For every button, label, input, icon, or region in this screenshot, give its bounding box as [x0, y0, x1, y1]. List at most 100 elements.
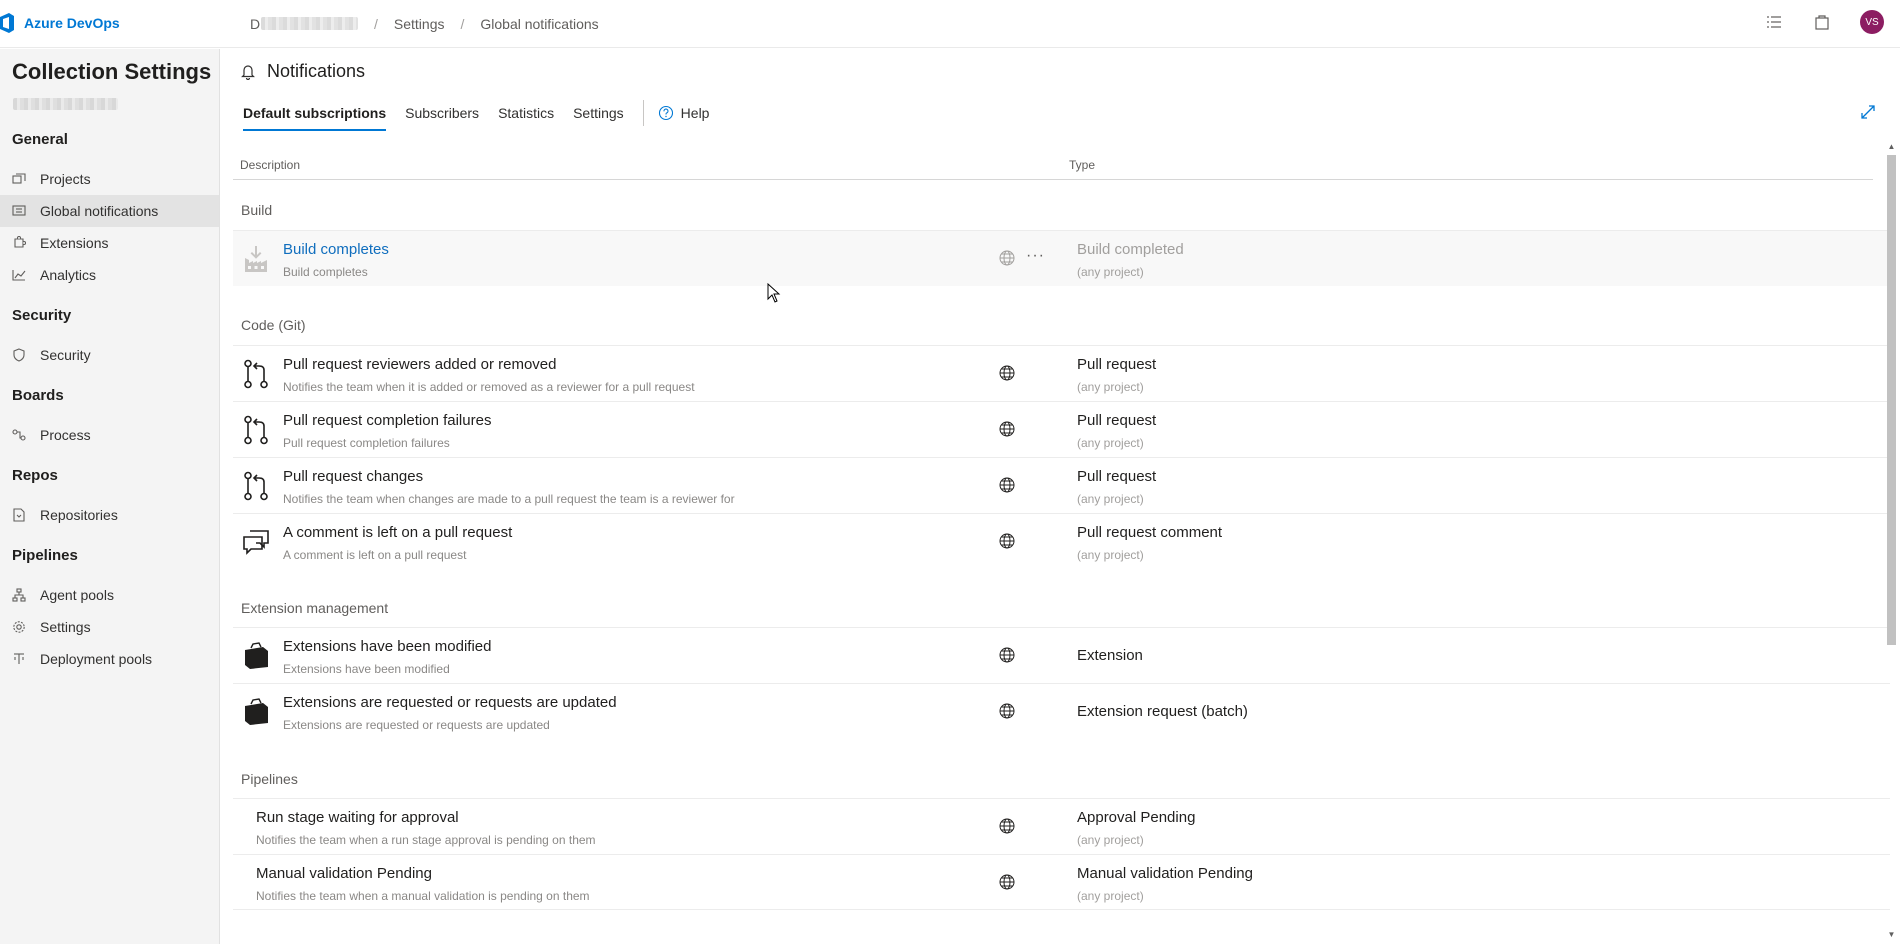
group-label-pipelines: Pipelines [241, 771, 298, 787]
task-list-icon[interactable] [1764, 12, 1784, 32]
row-type: Pull request [1077, 468, 1157, 485]
sidebar-item-label: Process [40, 427, 91, 443]
table-header: Description Type [233, 149, 1873, 180]
group-label-code-git: Code (Git) [241, 317, 306, 333]
column-header-description[interactable]: Description [240, 158, 300, 172]
sidebar-section-general: General [12, 131, 68, 148]
table-row[interactable]: Manual validation Pending Notifies the t… [233, 854, 1890, 910]
sidebar-item-label: Projects [40, 171, 91, 187]
sidebar-item-settings[interactable]: Settings [0, 611, 219, 643]
breadcrumb-current: Global notifications [480, 16, 599, 32]
scroll-up-arrow-icon[interactable]: ▲ [1887, 143, 1896, 151]
table-row[interactable]: Extensions are requested or requests are… [233, 683, 1890, 739]
globe-icon [999, 365, 1015, 381]
globe-icon [999, 818, 1015, 834]
sidebar-item-label: Repositories [40, 507, 118, 523]
top-right-actions: VS [1764, 10, 1900, 34]
marketplace-bag-icon[interactable] [1812, 12, 1832, 32]
row-scope: (any project) [1077, 492, 1144, 506]
sidebar-item-analytics[interactable]: Analytics [0, 259, 219, 291]
sidebar-item-projects[interactable]: Projects [0, 163, 219, 195]
row-title[interactable]: Run stage waiting for approval [256, 809, 459, 826]
table-row[interactable]: Run stage waiting for approval Notifies … [233, 798, 1890, 854]
table-row[interactable]: Build completes Build completes ··· Buil… [233, 230, 1890, 286]
page-title: Notifications [267, 61, 366, 81]
table-row[interactable]: A comment is left on a pull request A co… [233, 513, 1890, 569]
table-row[interactable]: Pull request completion failures Pull re… [233, 401, 1890, 457]
avatar[interactable]: VS [1860, 10, 1884, 34]
more-actions-button[interactable]: ··· [1026, 247, 1045, 265]
sidebar-item-label: Settings [40, 619, 91, 635]
row-subtitle: Extensions are requested or requests are… [283, 718, 550, 732]
row-type: Build completed [1077, 241, 1184, 258]
group-label-build: Build [241, 202, 273, 218]
row-title[interactable]: Build completes [283, 241, 389, 258]
globe-icon [999, 703, 1015, 719]
tab-settings[interactable]: Settings [573, 99, 624, 131]
row-title[interactable]: Pull request completion failures [283, 412, 491, 429]
row-subtitle: Build completes [283, 265, 368, 279]
sidebar-item-label: Deployment pools [40, 651, 153, 667]
breadcrumb-separator: / [460, 16, 465, 32]
puzzle-icon [11, 235, 27, 251]
globe-icon [999, 533, 1015, 549]
analytics-chart-icon [11, 267, 27, 283]
row-title[interactable]: Pull request reviewers added or removed [283, 356, 556, 373]
tab-bar: Default subscriptions Subscribers Statis… [243, 99, 709, 131]
top-bar: Azure DevOps D / Settings / Global notif… [0, 0, 1900, 48]
scrollbar-thumb[interactable] [1887, 155, 1896, 645]
pull-request-icon [241, 358, 271, 390]
row-title[interactable]: Extensions have been modified [283, 638, 491, 655]
sidebar-item-label: Global notifications [40, 203, 159, 219]
breadcrumb-settings[interactable]: Settings [394, 16, 445, 32]
row-subtitle: Notifies the team when it is added or re… [283, 380, 695, 394]
notification-list-icon [11, 203, 27, 219]
tab-subscribers[interactable]: Subscribers [405, 99, 479, 131]
sidebar-item-label: Extensions [40, 235, 109, 251]
sidebar-item-agent-pools[interactable]: Agent pools [0, 579, 219, 611]
row-title[interactable]: Manual validation Pending [256, 865, 432, 882]
brand[interactable]: Azure DevOps [0, 13, 120, 33]
row-title[interactable]: Pull request changes [283, 468, 423, 485]
breadcrumb-organization[interactable]: D [250, 16, 358, 32]
help-link[interactable]: Help [658, 99, 710, 131]
sidebar-section-boards: Boards [12, 387, 64, 404]
help-label: Help [680, 105, 710, 121]
deployment-pools-icon [11, 651, 27, 667]
sidebar-item-repositories[interactable]: Repositories [0, 499, 219, 531]
main-content: Notifications Default subscriptions Subs… [221, 49, 1900, 944]
expand-fullscreen-icon[interactable] [1860, 104, 1876, 120]
sidebar-item-global-notifications[interactable]: Global notifications [0, 195, 219, 227]
row-type: Pull request [1077, 412, 1157, 429]
scroll-down-arrow-icon[interactable]: ▼ [1887, 931, 1896, 939]
vertical-scrollbar[interactable]: ▲ ▼ [1884, 141, 1898, 944]
sidebar-item-deployment-pools[interactable]: Deployment pools [0, 643, 219, 675]
shopping-bag-icon [241, 696, 271, 728]
pull-request-icon [241, 470, 271, 502]
tab-statistics[interactable]: Statistics [498, 99, 554, 131]
projects-icon [11, 171, 27, 187]
row-scope: (any project) [1077, 889, 1144, 903]
agent-pools-icon [11, 587, 27, 603]
row-scope: (any project) [1077, 380, 1144, 394]
row-type: Extension [1077, 647, 1143, 664]
row-type: Manual validation Pending [1077, 865, 1253, 882]
sidebar: Collection Settings General Projects Glo… [0, 49, 220, 944]
table-row[interactable]: Pull request changes Notifies the team w… [233, 457, 1890, 513]
table-row[interactable]: Extensions have been modified Extensions… [233, 627, 1890, 683]
row-title[interactable]: A comment is left on a pull request [283, 524, 512, 541]
row-scope: (any project) [1077, 833, 1144, 847]
column-header-type[interactable]: Type [1069, 158, 1095, 172]
tab-default-subscriptions[interactable]: Default subscriptions [243, 99, 387, 131]
sidebar-section-pipelines: Pipelines [12, 547, 78, 564]
table-row[interactable]: Pull request reviewers added or removed … [233, 345, 1890, 401]
shopping-bag-icon [241, 640, 271, 672]
pull-request-icon [241, 414, 271, 446]
sidebar-item-security[interactable]: Security [0, 339, 219, 371]
row-title[interactable]: Extensions are requested or requests are… [283, 694, 617, 711]
globe-icon [999, 421, 1015, 437]
row-scope: (any project) [1077, 548, 1144, 562]
sidebar-item-process[interactable]: Process [0, 419, 219, 451]
sidebar-item-extensions[interactable]: Extensions [0, 227, 219, 259]
row-subtitle: Notifies the team when a run stage appro… [256, 833, 596, 847]
